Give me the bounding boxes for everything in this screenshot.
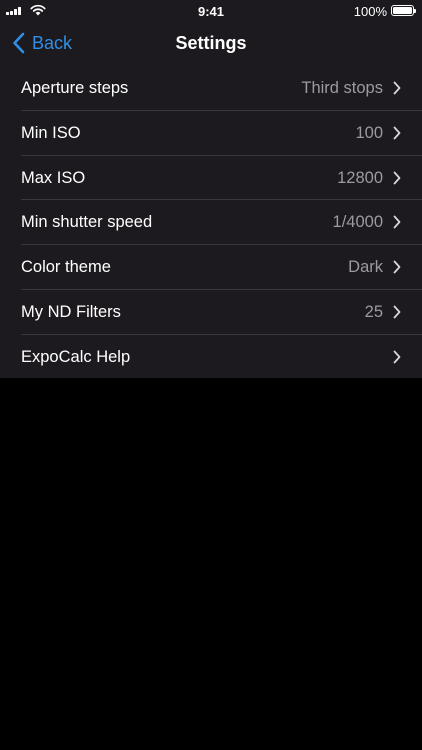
status-bar: 9:41 100% — [0, 0, 422, 22]
setting-my-nd-filters[interactable]: My ND Filters 25 — [0, 290, 422, 335]
setting-value: 1/4000 — [332, 213, 383, 232]
setting-value: 25 — [364, 302, 383, 321]
setting-label: ExpoCalc Help — [21, 347, 131, 366]
settings-panel: 9:41 100% Back Settings Aperture steps T… — [0, 0, 422, 378]
chevron-right-icon — [393, 260, 401, 274]
chevron-right-icon — [393, 171, 401, 184]
chevron-right-icon — [393, 305, 401, 319]
chevron-right-icon — [393, 81, 401, 95]
setting-min-iso[interactable]: Min ISO 100 — [0, 111, 422, 156]
battery-icon — [391, 5, 416, 16]
battery-percent: 100% — [353, 4, 387, 19]
setting-label: Min ISO — [21, 123, 81, 142]
chevron-right-icon — [393, 215, 401, 229]
setting-value: 12800 — [337, 168, 383, 187]
setting-aperture-steps[interactable]: Aperture steps Third stops — [0, 66, 422, 111]
settings-screen: 9:41 100% Back Settings Aperture steps T… — [0, 0, 422, 750]
setting-value: 100 — [355, 123, 383, 142]
setting-value: Dark — [348, 258, 383, 277]
setting-label: Min shutter speed — [21, 213, 153, 232]
setting-expocalc-help[interactable]: ExpoCalc Help — [0, 335, 422, 380]
setting-color-theme[interactable]: Color theme Dark — [0, 245, 422, 290]
settings-list: Aperture steps Third stops Min ISO 100 M… — [0, 66, 422, 380]
setting-value: Third stops — [301, 79, 383, 97]
setting-label: Color theme — [21, 258, 111, 277]
navigation-bar: Back Settings — [0, 22, 422, 66]
setting-label: Max ISO — [21, 168, 86, 187]
setting-min-shutter-speed[interactable]: Min shutter speed 1/4000 — [0, 200, 422, 246]
chevron-right-icon — [393, 126, 401, 140]
page-title: Settings — [175, 33, 247, 53]
setting-max-iso[interactable]: Max ISO 12800 — [0, 156, 422, 201]
setting-label: My ND Filters — [21, 302, 121, 321]
chevron-right-icon — [393, 350, 401, 364]
setting-label: Aperture steps — [21, 79, 129, 97]
